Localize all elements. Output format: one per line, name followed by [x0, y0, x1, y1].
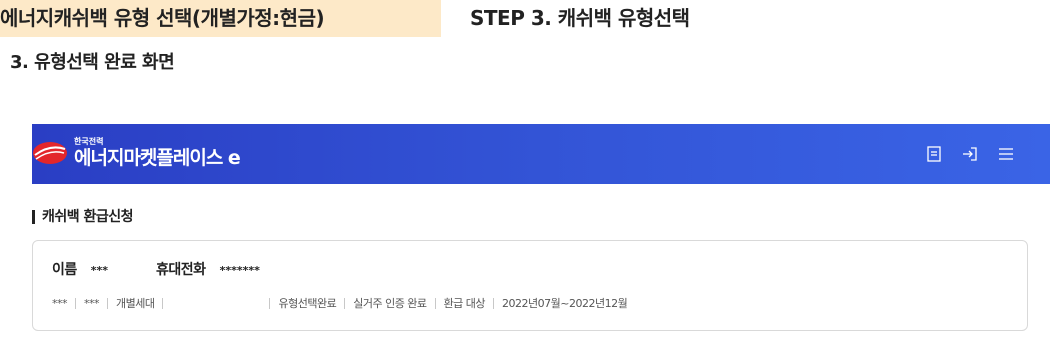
doc-title: 에너지캐쉬백 유형 선택(개별가정:현금)	[0, 0, 441, 37]
doc-step-label: STEP 3. 캐쉬백 유형선택	[470, 6, 690, 30]
divider	[75, 297, 76, 309]
logo-company-label: 한국전력	[74, 137, 104, 146]
phone-value: *******	[219, 264, 260, 277]
applicant-summary: 이름 *** 휴대전화 *******	[52, 259, 260, 279]
app-header: 한국전력 에너지마켓플레이스 e	[32, 124, 1050, 184]
section-title: 캐쉬백 환급신청	[32, 208, 134, 226]
detail-item: 2022년07월~2022년12월	[502, 297, 628, 310]
applicant-card: 이름 *** 휴대전화 ******* *** *** 개별세대 유형선택완료 …	[32, 240, 1028, 331]
phone-label: 휴대전화	[156, 262, 206, 278]
logo[interactable]: 한국전력 에너지마켓플레이스 e	[32, 136, 292, 172]
kepco-logo-icon	[33, 142, 67, 164]
divider	[107, 297, 108, 309]
menu-icon[interactable]	[996, 144, 1016, 164]
detail-item: 실거주 인증 완료	[353, 297, 427, 310]
header-icons	[924, 144, 1016, 164]
divider	[269, 297, 271, 309]
app-screenshot: 한국전력 에너지마켓플레이스 e 캐쉬백 환급신청 이름 *** 휴대전화 **…	[32, 124, 1050, 338]
divider	[162, 297, 164, 309]
doc-subtitle: 3. 유형선택 완료 화면	[10, 52, 175, 73]
detail-item: ***	[52, 296, 68, 310]
detail-item: 개별세대	[116, 297, 155, 310]
name-label: 이름	[52, 262, 77, 278]
document-icon[interactable]	[924, 144, 944, 164]
detail-item: 유형선택완료	[278, 297, 337, 310]
applicant-details: *** *** 개별세대 유형선택완료 실거주 인증 완료 환급 대상 2022…	[52, 294, 628, 312]
divider	[434, 297, 436, 309]
name-value: ***	[90, 264, 109, 277]
logo-service-name: 에너지마켓플레이스 e	[74, 147, 241, 169]
divider	[344, 297, 346, 309]
divider	[493, 297, 495, 309]
login-icon[interactable]	[960, 144, 980, 164]
detail-item: 환급 대상	[443, 297, 486, 310]
detail-item: ***	[84, 296, 100, 310]
